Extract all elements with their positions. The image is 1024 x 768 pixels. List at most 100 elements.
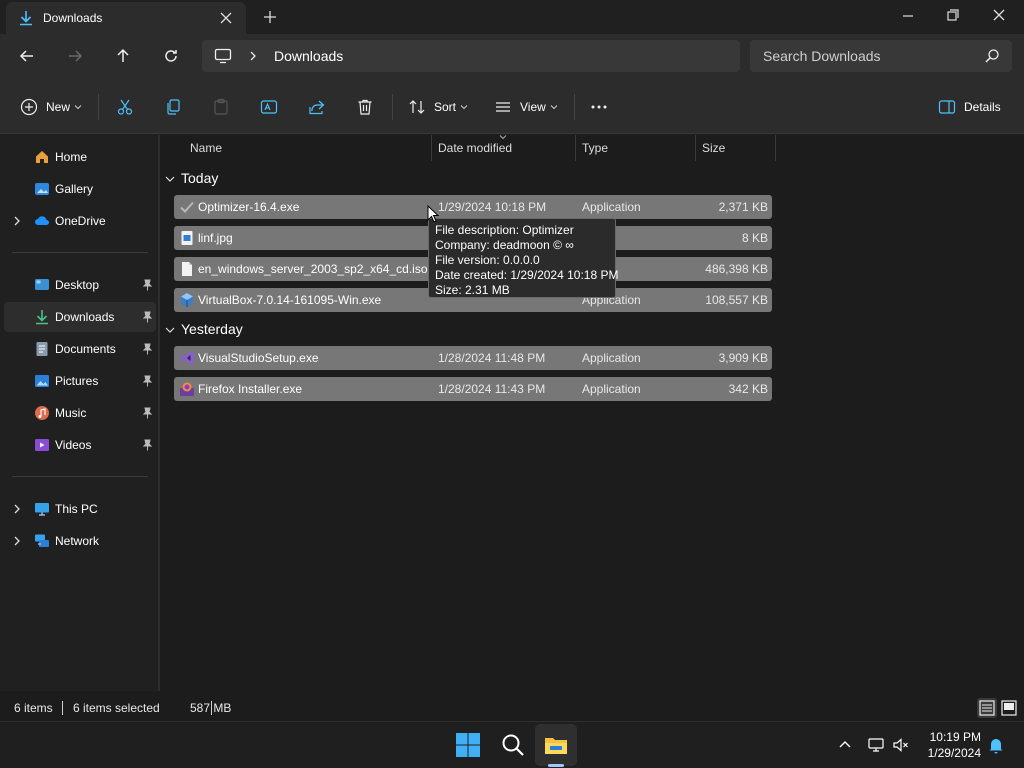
file-name: VisualStudioSetup.exe (198, 351, 319, 365)
sort-label: Sort (434, 100, 457, 114)
clock-date[interactable]: 1/29/2024 (922, 746, 981, 760)
tab-title: Downloads (43, 11, 103, 25)
status-item-count: 6 items (14, 701, 53, 715)
file-size: 486,398 KB (705, 262, 768, 276)
new-button[interactable]: New (20, 96, 82, 118)
large-icons-view-icon[interactable] (999, 698, 1019, 718)
clock-time[interactable]: 10:19 PM (928, 730, 981, 744)
trash-icon (358, 99, 372, 115)
pin-icon[interactable] (142, 375, 153, 387)
title-bar: Downloads (0, 0, 1024, 34)
paste-button[interactable] (212, 96, 230, 118)
file-row[interactable]: Optimizer-16.4.exe 1/29/2024 10:18 PM Ap… (174, 195, 772, 219)
chevron-up-icon[interactable] (836, 736, 854, 754)
download-icon (20, 11, 32, 26)
column-header-date[interactable]: Date modified (438, 141, 512, 155)
sidebar-item-desktop[interactable]: Desktop (4, 270, 156, 300)
windows-start-icon[interactable] (455, 732, 481, 758)
column-divider[interactable] (775, 135, 776, 161)
more-options-button[interactable] (590, 96, 608, 118)
column-divider[interactable] (575, 135, 576, 161)
close-window-icon[interactable] (988, 6, 1010, 26)
this-pc-icon[interactable] (214, 48, 232, 64)
new-tab-icon[interactable] (262, 9, 278, 25)
column-header-type[interactable]: Type (582, 141, 608, 155)
column-header-size[interactable]: Size (702, 141, 725, 155)
file-name: linf.jpg (198, 231, 233, 245)
sidebar-item-onedrive[interactable]: OneDrive (4, 206, 156, 236)
sidebar-item-label: Downloads (55, 310, 115, 324)
pin-icon[interactable] (142, 407, 153, 419)
delete-button[interactable] (356, 96, 374, 118)
address-bar[interactable]: Downloads (202, 40, 740, 72)
sort-icon (409, 100, 425, 114)
search-input[interactable]: Search Downloads (750, 40, 1012, 72)
chevron-right-icon[interactable] (12, 535, 22, 547)
volume-muted-icon[interactable] (892, 736, 910, 754)
copy-button[interactable] (164, 96, 182, 118)
sidebar-item-pictures[interactable]: Pictures (4, 366, 156, 396)
chevron-down-icon (460, 105, 468, 110)
file-row[interactable]: Firefox Installer.exe 1/28/2024 11:43 PM… (174, 377, 772, 401)
sort-button[interactable]: Sort (408, 96, 468, 118)
breadcrumb-downloads[interactable]: Downloads (274, 48, 343, 64)
divider (12, 252, 148, 253)
restore-icon[interactable] (942, 6, 964, 26)
column-headers: Name Date modified Type Size (160, 135, 1024, 161)
back-icon[interactable] (17, 46, 37, 66)
sidebar-item-label: OneDrive (55, 214, 106, 228)
documents-icon (36, 342, 48, 356)
group-label: Today (181, 170, 219, 186)
visual-studio-icon (180, 351, 194, 365)
column-divider[interactable] (431, 135, 432, 161)
cut-button[interactable] (116, 96, 134, 118)
pin-icon[interactable] (142, 311, 153, 323)
pin-icon[interactable] (142, 279, 153, 291)
rename-button[interactable] (260, 96, 278, 118)
pin-icon[interactable] (142, 343, 153, 355)
tooltip-date-created: Date created: 1/29/2024 10:18 PM (435, 268, 619, 282)
sidebar-item-documents[interactable]: Documents (4, 334, 156, 364)
navigation-bar: Downloads Search Downloads (0, 34, 1024, 80)
pane-splitter[interactable] (158, 135, 160, 691)
sidebar-item-downloads[interactable]: Downloads (4, 302, 156, 332)
minimize-icon[interactable] (897, 6, 919, 26)
notification-bell-icon[interactable] (987, 736, 1005, 754)
sidebar-item-music[interactable]: Music (4, 398, 156, 428)
tooltip-version: File version: 0.0.0.0 (435, 253, 540, 267)
divider (211, 701, 212, 715)
view-button[interactable]: View (494, 96, 558, 118)
search-icon[interactable] (500, 732, 526, 758)
sidebar-item-label: This PC (55, 502, 98, 516)
file-size: 108,557 KB (705, 293, 768, 307)
pin-icon[interactable] (142, 439, 153, 451)
sidebar-item-gallery[interactable]: Gallery (4, 174, 156, 204)
refresh-icon[interactable] (161, 46, 181, 66)
file-name: VirtualBox-7.0.14-161095-Win.exe (198, 293, 382, 307)
divider (62, 701, 63, 715)
new-label: New (46, 100, 71, 114)
music-icon (35, 406, 49, 420)
close-tab-icon[interactable] (218, 10, 234, 26)
file-name: en_windows_server_2003_sp2_x64_cd.iso (198, 262, 428, 276)
column-header-name[interactable]: Name (190, 141, 222, 155)
sidebar-item-network[interactable]: Network (4, 526, 156, 556)
chevron-right-icon[interactable] (12, 503, 22, 515)
share-button[interactable] (308, 96, 326, 118)
details-view-icon[interactable] (977, 698, 997, 718)
network-status-icon[interactable] (867, 736, 885, 754)
sidebar-item-home[interactable]: Home (4, 142, 156, 172)
chevron-down-icon (550, 105, 558, 110)
forward-icon[interactable] (65, 46, 85, 66)
tab-downloads[interactable]: Downloads (6, 2, 246, 34)
tooltip-description: File description: Optimizer (435, 223, 574, 237)
file-row[interactable]: VisualStudioSetup.exe 1/28/2024 11:48 PM… (174, 346, 772, 370)
up-icon[interactable] (113, 46, 133, 66)
chevron-right-icon[interactable] (12, 215, 22, 227)
details-button[interactable]: Details (938, 96, 1001, 118)
column-divider[interactable] (695, 135, 696, 161)
chevron-right-icon[interactable] (248, 50, 258, 62)
search-icon[interactable] (984, 48, 1000, 64)
sidebar-item-this-pc[interactable]: This PC (4, 494, 156, 524)
sidebar-item-videos[interactable]: Videos (4, 430, 156, 460)
